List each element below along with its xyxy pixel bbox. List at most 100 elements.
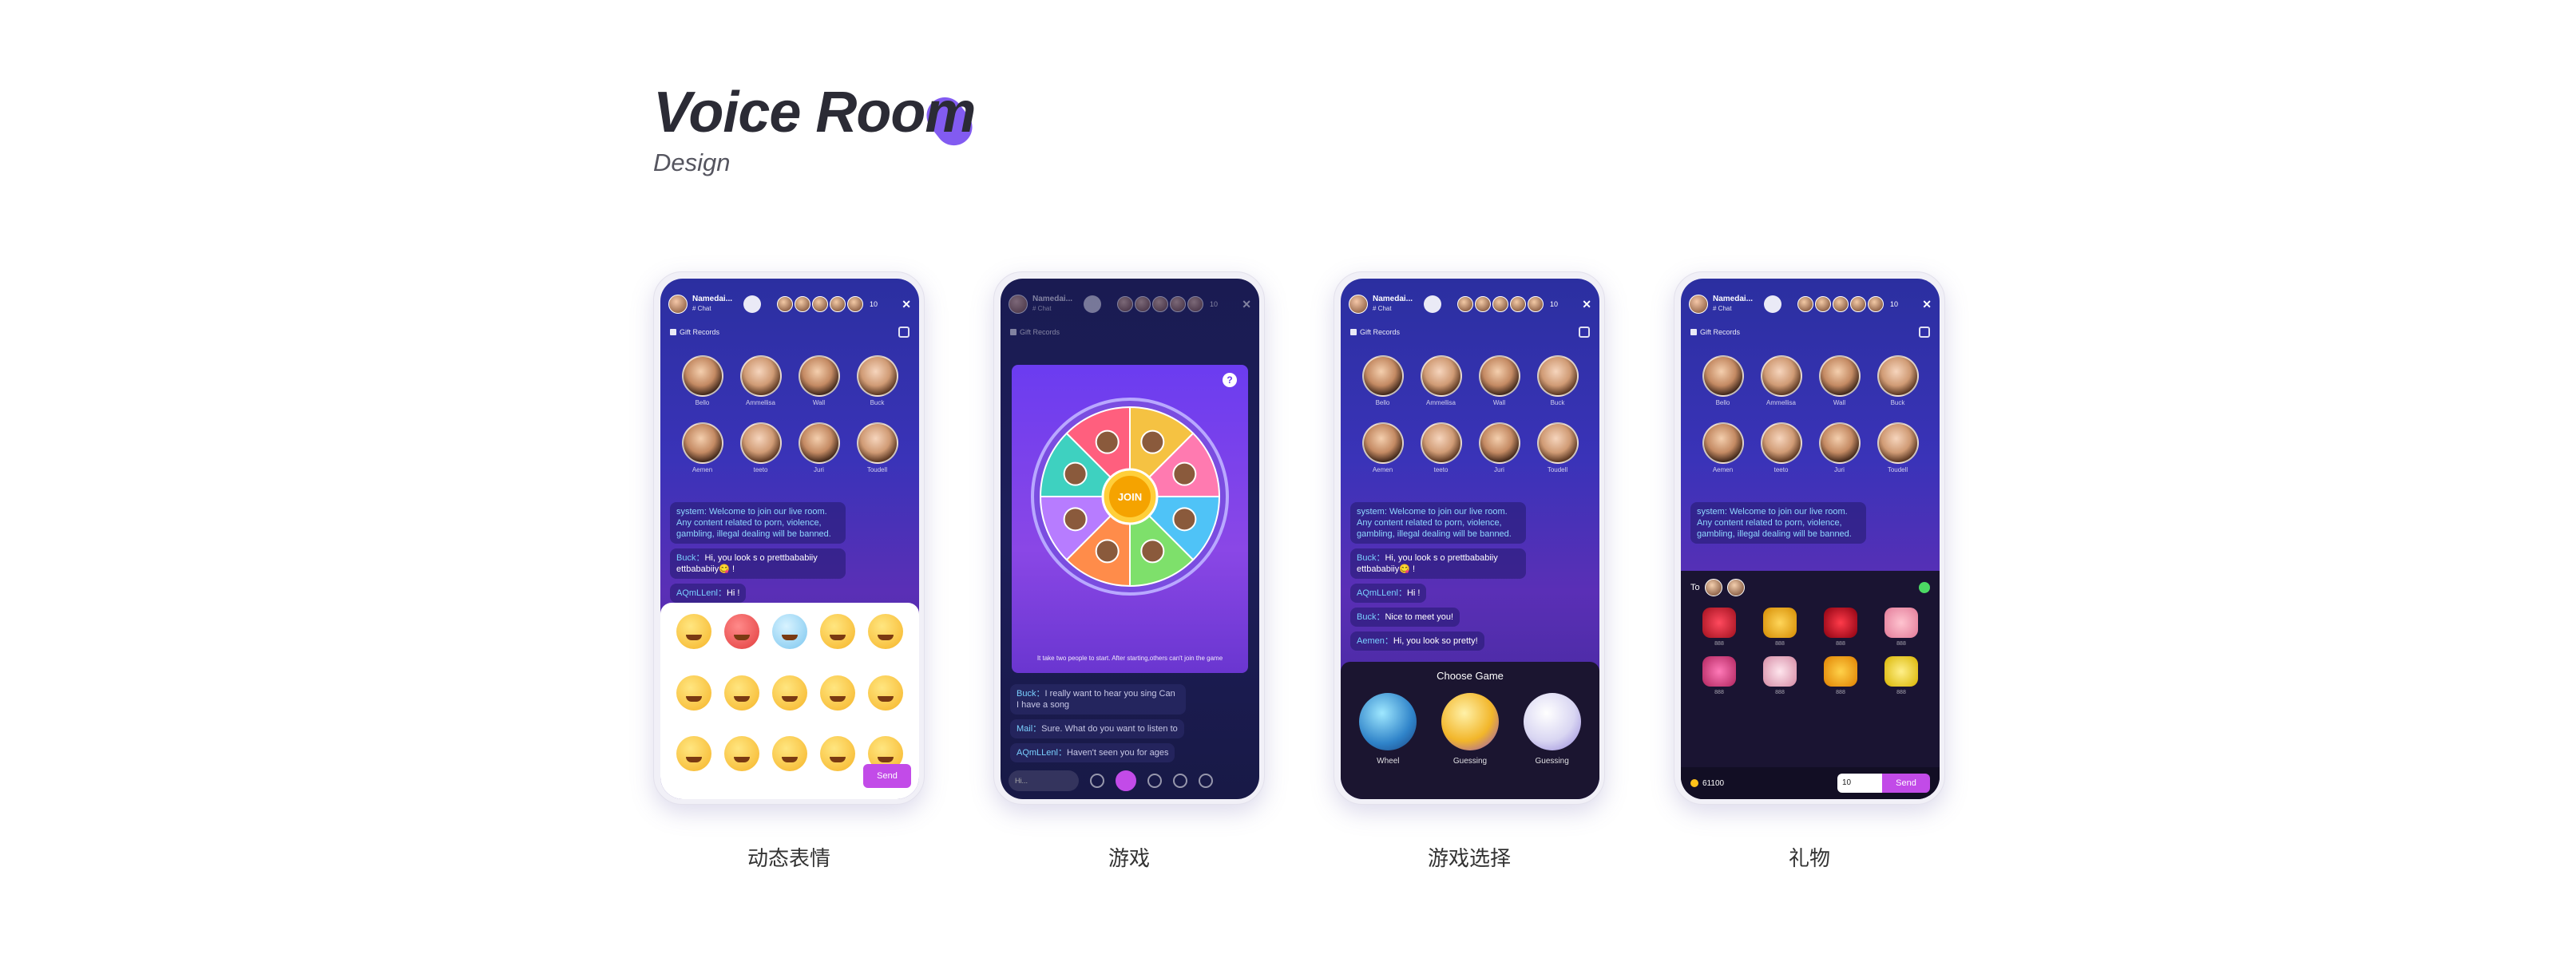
- emoji-wink-icon[interactable]: [820, 736, 855, 772]
- help-icon[interactable]: ?: [1223, 373, 1237, 387]
- gift-item[interactable]: 888: [1689, 656, 1750, 695]
- emoji-cold-icon[interactable]: [772, 614, 807, 649]
- send-button[interactable]: Send: [863, 764, 911, 788]
- seat[interactable]: teeto: [1412, 422, 1470, 473]
- screen: Namedai... # Chat 10 ✕ Gift Records Bell…: [1681, 279, 1940, 799]
- emoji-laugh-icon[interactable]: [676, 614, 711, 649]
- room-tag: # Chat: [1373, 305, 1392, 312]
- seat[interactable]: Aemen: [1694, 422, 1752, 473]
- close-icon[interactable]: ✕: [1922, 298, 1932, 311]
- select-all-check-icon[interactable]: [1919, 582, 1930, 593]
- join-button[interactable]: JOIN: [1118, 491, 1142, 503]
- chat-list: Buck：I really want to hear you sing Can …: [1010, 684, 1186, 767]
- online-avatars[interactable]: [1117, 296, 1204, 312]
- follow-button[interactable]: [1424, 295, 1442, 313]
- seat[interactable]: Ammellisa: [1752, 355, 1810, 406]
- coin-balance[interactable]: 61100: [1702, 779, 1724, 788]
- room-avatar[interactable]: [1349, 295, 1368, 314]
- gift-records-link[interactable]: Gift Records: [670, 328, 719, 336]
- recipient-avatar[interactable]: [1726, 579, 1745, 596]
- online-avatars[interactable]: [1457, 296, 1544, 312]
- close-icon[interactable]: ✕: [1582, 298, 1591, 311]
- seat[interactable]: Bello: [673, 355, 731, 406]
- game-guessing[interactable]: Guessing: [1441, 693, 1499, 766]
- emoji-angry-icon[interactable]: [724, 614, 759, 649]
- room-avatar[interactable]: [1689, 295, 1708, 314]
- wheel-player-avatar: [1140, 430, 1165, 454]
- gift-item[interactable]: 888: [1810, 656, 1871, 695]
- seat[interactable]: Toudell: [1528, 422, 1587, 473]
- wheel-game-dialog: ? JOIN It take two people to start. Afte…: [1012, 365, 1248, 673]
- home-icon[interactable]: [1579, 327, 1590, 338]
- send-gift-button[interactable]: Send: [1882, 774, 1930, 793]
- gift-item[interactable]: 888: [1689, 608, 1750, 647]
- room-avatar[interactable]: [668, 295, 688, 314]
- seat[interactable]: Bello: [1694, 355, 1752, 406]
- gift-item[interactable]: 888: [1810, 608, 1871, 647]
- seat[interactable]: teeto: [731, 422, 790, 473]
- emoji-sweat-icon[interactable]: [772, 675, 807, 711]
- chat-input[interactable]: Hi...: [1009, 770, 1079, 791]
- speaker-icon[interactable]: [1147, 774, 1162, 788]
- seat[interactable]: Juri: [1810, 422, 1869, 473]
- caption-game-select: 游戏选择: [1427, 847, 1511, 871]
- room-avatar[interactable]: [1009, 295, 1028, 314]
- emoji-surprise-icon[interactable]: [724, 675, 759, 711]
- seat[interactable]: Aemen: [673, 422, 731, 473]
- quantity-select[interactable]: 10: [1837, 774, 1882, 793]
- close-icon[interactable]: ✕: [1242, 298, 1251, 311]
- seat[interactable]: Toudell: [1869, 422, 1927, 473]
- gift-item[interactable]: 888: [1871, 656, 1932, 695]
- game-guessing-dice[interactable]: Guessing: [1523, 693, 1581, 766]
- phone-game-select: Namedai... # Chat 10 ✕ Gift Records Bell…: [1334, 271, 1605, 805]
- mic-icon[interactable]: [1173, 774, 1187, 788]
- close-icon[interactable]: ✕: [902, 298, 911, 311]
- room-tag: # Chat: [1032, 305, 1052, 312]
- chat-list: system: Welcome to join our live room. A…: [670, 502, 846, 608]
- recipient-avatar[interactable]: [1704, 579, 1722, 596]
- seat[interactable]: Wall: [1470, 355, 1528, 406]
- emoji-tongue-icon[interactable]: [676, 736, 711, 772]
- emoji-smile-icon[interactable]: [724, 736, 759, 772]
- phone-gift: Namedai... # Chat 10 ✕ Gift Records Bell…: [1674, 271, 1945, 805]
- seat[interactable]: Buck: [848, 355, 906, 406]
- gift-records-link[interactable]: Gift Records: [1690, 328, 1740, 336]
- seat[interactable]: Ammellisa: [1412, 355, 1470, 406]
- gift-item[interactable]: 888: [1750, 608, 1810, 647]
- seat[interactable]: Wall: [790, 355, 848, 406]
- screen: Namedai... # Chat 10 ✕ Gift Records Buck…: [1001, 279, 1259, 799]
- home-icon[interactable]: [898, 327, 910, 338]
- gift-item[interactable]: 888: [1750, 656, 1810, 695]
- seat[interactable]: Buck: [1528, 355, 1587, 406]
- gift-button[interactable]: [1116, 770, 1136, 791]
- gift-item[interactable]: 888: [1871, 608, 1932, 647]
- gift-records-link[interactable]: Gift Records: [1010, 328, 1060, 336]
- online-avatars[interactable]: [1797, 296, 1884, 312]
- follow-button[interactable]: [743, 295, 762, 313]
- game-icon[interactable]: [1199, 774, 1213, 788]
- home-icon[interactable]: [1919, 327, 1930, 338]
- gift-records-link[interactable]: Gift Records: [1350, 328, 1400, 336]
- emoji-kiss-icon[interactable]: [820, 675, 855, 711]
- seat[interactable]: Toudell: [848, 422, 906, 473]
- emoji-icon[interactable]: [1090, 774, 1104, 788]
- emoji-heart-eyes-icon[interactable]: [868, 614, 903, 649]
- emoji-grin-icon[interactable]: [868, 675, 903, 711]
- seat[interactable]: Aemen: [1353, 422, 1412, 473]
- heels-icon: [1884, 608, 1918, 638]
- game-wheel[interactable]: Wheel: [1359, 693, 1417, 766]
- online-avatars[interactable]: [777, 296, 864, 312]
- seat[interactable]: Buck: [1869, 355, 1927, 406]
- gift-sheet: To 888 888 888 888 888 888 888 888 61100…: [1681, 571, 1940, 799]
- seat[interactable]: Bello: [1353, 355, 1412, 406]
- seat[interactable]: teeto: [1752, 422, 1810, 473]
- emoji-shock-icon[interactable]: [676, 675, 711, 711]
- follow-button[interactable]: [1764, 295, 1782, 313]
- seat[interactable]: Juri: [790, 422, 848, 473]
- follow-button[interactable]: [1084, 295, 1102, 313]
- emoji-cool-icon[interactable]: [772, 736, 807, 772]
- seat[interactable]: Juri: [1470, 422, 1528, 473]
- seat[interactable]: Ammellisa: [731, 355, 790, 406]
- seat[interactable]: Wall: [1810, 355, 1869, 406]
- emoji-dizzy-icon[interactable]: [820, 614, 855, 649]
